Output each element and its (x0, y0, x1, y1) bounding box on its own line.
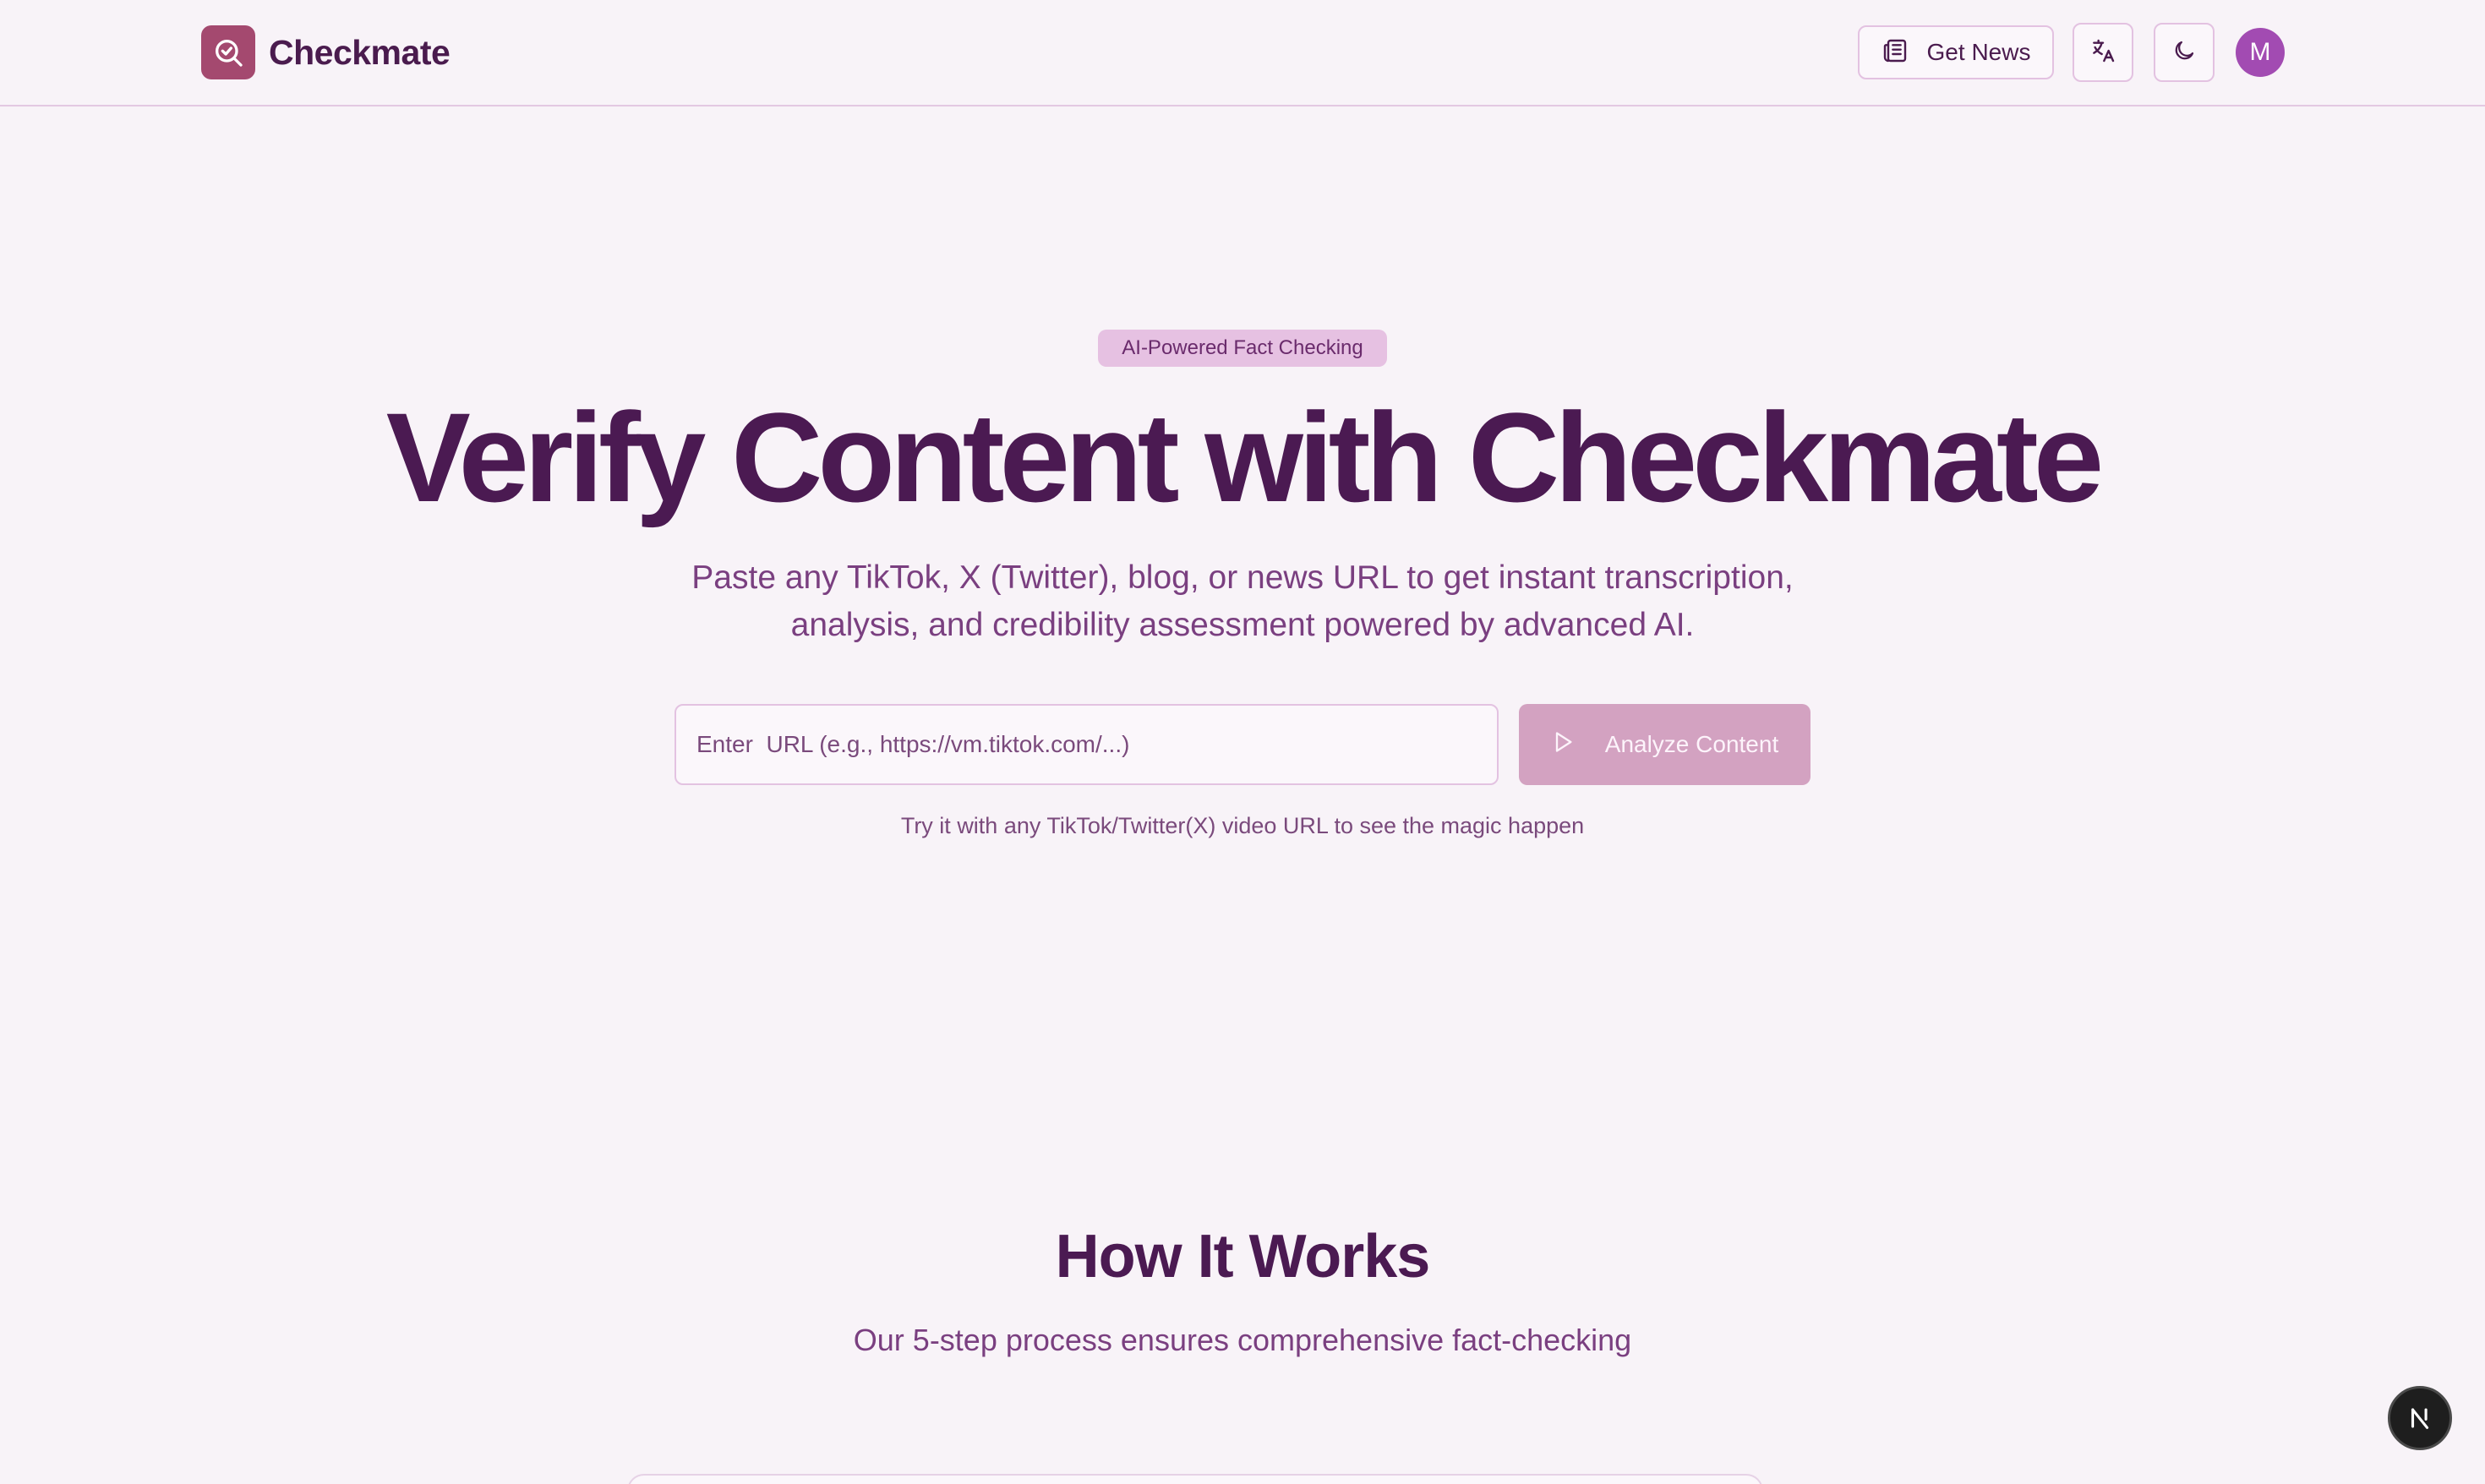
avatar[interactable]: M (2236, 28, 2285, 77)
top-navbar: Checkmate Get News M (0, 0, 2485, 106)
newspaper-icon (1882, 37, 1909, 68)
hero-badge: AI-Powered Fact Checking (1098, 330, 1387, 367)
analyze-content-label: Analyze Content (1604, 731, 1779, 757)
url-input[interactable] (674, 704, 1499, 785)
theme-toggle-button[interactable] (2154, 23, 2215, 82)
get-news-button[interactable]: Get News (1858, 25, 2054, 79)
moon-icon (2171, 38, 2197, 68)
brand-name[interactable]: Checkmate (269, 30, 451, 74)
hero-hint: Try it with any TikTok/Twitter(X) video … (900, 813, 1585, 838)
page: Checkmate Get News M AI-Powered Fact Che… (0, 0, 2485, 1484)
page-title: Verify Content with Checkmate (385, 386, 2105, 528)
hero-subtitle: Paste any TikTok, X (Twitter), blog, or … (691, 559, 1794, 643)
analyze-content-button[interactable]: Analyze Content (1519, 704, 1810, 785)
logo-icon[interactable] (201, 25, 255, 79)
translate-icon (2089, 37, 2116, 68)
next-logo-icon[interactable] (2388, 1386, 2452, 1450)
translate-button[interactable] (2073, 23, 2133, 82)
how-it-works-subtitle: Our 5-step process ensures comprehensive… (853, 1323, 1632, 1357)
steps-card (627, 1474, 1763, 1484)
get-news-label: Get News (1926, 39, 2031, 65)
how-it-works-title: How It Works (1055, 1223, 1431, 1290)
play-icon (1551, 730, 1575, 760)
